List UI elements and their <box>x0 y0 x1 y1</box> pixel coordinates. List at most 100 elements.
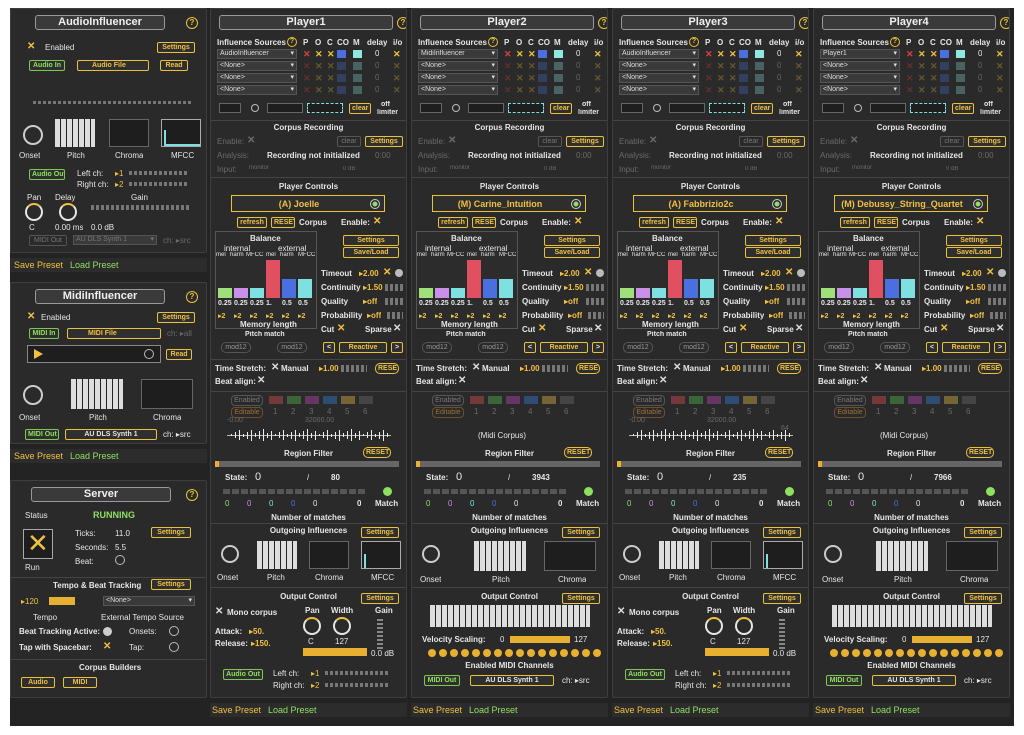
co-flag[interactable] <box>337 86 346 94</box>
balance-bar[interactable] <box>282 279 296 298</box>
source-flag[interactable]: ✕ <box>717 73 725 83</box>
sparse-toggle[interactable]: ✕ <box>996 324 1004 334</box>
balance-bar[interactable] <box>419 288 433 298</box>
load-preset-button[interactable]: Load Preset <box>469 705 518 715</box>
ext-tempo-select[interactable]: <None> <box>103 596 195 606</box>
memory-value[interactable]: ▸2 <box>700 312 707 320</box>
manual-toggle[interactable]: ✕ <box>673 363 681 373</box>
m-flag[interactable] <box>755 62 764 70</box>
load-preset-button[interactable]: Load Preset <box>70 451 119 461</box>
midi-channel-toggle[interactable] <box>995 649 1003 657</box>
mod12-button-ext[interactable]: mod12 <box>679 342 709 353</box>
region-color[interactable] <box>962 396 976 404</box>
manual-toggle[interactable]: ✕ <box>472 363 480 373</box>
help-icon[interactable]: ? <box>799 17 808 29</box>
balance-bar[interactable] <box>435 288 449 298</box>
velocity-slider[interactable] <box>510 636 570 643</box>
timeout-toggle[interactable]: ✕ <box>584 268 592 278</box>
timeout-toggle[interactable]: ✕ <box>785 268 793 278</box>
balance-bars[interactable] <box>618 260 718 298</box>
stretch-slider[interactable] <box>944 365 970 372</box>
m-flag[interactable] <box>755 86 764 94</box>
region-color[interactable] <box>707 396 721 404</box>
midi-out-button[interactable]: MIDI Out <box>424 675 460 686</box>
player-settings-button[interactable]: Settings <box>745 235 801 246</box>
help-icon[interactable]: ? <box>689 37 699 47</box>
source-flag[interactable]: ✕ <box>717 85 725 95</box>
delay-value[interactable]: 0 <box>375 49 379 58</box>
source-input-box[interactable] <box>621 103 643 113</box>
left-ch-value[interactable]: ▸1 <box>713 669 721 678</box>
refresh-button[interactable]: refresh <box>237 217 267 228</box>
source-flag[interactable]: ✕ <box>717 49 725 59</box>
mod12-button-int[interactable]: mod12 <box>422 342 452 353</box>
delay-value[interactable]: 0 <box>978 85 982 94</box>
outgoing-settings-button[interactable]: Settings <box>964 527 1002 538</box>
source-flag[interactable]: ✕ <box>906 49 914 59</box>
source-select-4[interactable]: <None> <box>619 85 699 95</box>
source-flag[interactable]: ✕ <box>705 61 713 71</box>
region-color[interactable] <box>671 396 685 404</box>
off-label[interactable]: off <box>582 101 591 108</box>
editable-button[interactable]: Editable <box>432 407 464 418</box>
midi-channel-toggle[interactable] <box>593 649 601 657</box>
co-flag[interactable] <box>739 74 748 82</box>
source-toggle[interactable] <box>653 104 661 112</box>
memory-value[interactable]: ▸2 <box>821 312 828 320</box>
attack-value[interactable]: ▸50. <box>249 627 264 636</box>
save-load-button[interactable]: Save/Load <box>343 247 399 258</box>
delay-value[interactable]: 0 <box>375 73 379 82</box>
midi-channel-toggle[interactable] <box>549 649 557 657</box>
enabled-button[interactable]: Enabled <box>633 395 665 406</box>
quality-value[interactable]: ▸off <box>564 297 578 306</box>
region-color[interactable] <box>890 396 904 404</box>
stretch-slider[interactable] <box>743 365 769 372</box>
player-settings-button[interactable]: Settings <box>544 235 600 246</box>
rec-clear-button[interactable]: clear <box>337 136 361 147</box>
corpus-select[interactable]: (A) Fabbrizio2c <box>633 195 787 212</box>
cut-toggle[interactable]: ✕ <box>739 324 747 334</box>
load-preset-button[interactable]: Load Preset <box>670 705 719 715</box>
region-color[interactable] <box>287 396 301 404</box>
source-flag[interactable]: ✕ <box>327 85 335 95</box>
stretch-value[interactable]: ▸1.00 <box>319 364 339 373</box>
off-label[interactable]: off <box>783 101 792 108</box>
mod12-button-int[interactable]: mod12 <box>623 342 653 353</box>
help-icon[interactable]: ? <box>186 489 198 501</box>
source-flag[interactable]: ✕ <box>930 49 938 59</box>
next-mode-button[interactable]: > <box>391 342 403 353</box>
help-icon[interactable]: ? <box>186 291 198 303</box>
delay-value[interactable]: 0 <box>777 85 781 94</box>
delay-value[interactable]: 0 <box>576 85 580 94</box>
beat-align-toggle[interactable]: ✕ <box>257 376 265 386</box>
release-value[interactable]: ▸150. <box>251 639 271 648</box>
midi-channel-toggle[interactable] <box>560 649 568 657</box>
source-flag[interactable]: ✕ <box>303 61 311 71</box>
midi-channel-toggle[interactable] <box>841 649 849 657</box>
midi-channel-toggle[interactable] <box>439 649 447 657</box>
mod12-button-int[interactable]: mod12 <box>221 342 251 353</box>
midi-out-button[interactable]: MIDI Out <box>25 429 59 440</box>
left-ch-value[interactable]: ▸1 <box>115 169 123 178</box>
load-preset-button[interactable]: Load Preset <box>871 705 920 715</box>
source-input-box[interactable] <box>219 103 241 113</box>
refresh-button[interactable]: refresh <box>840 217 870 228</box>
quality-value[interactable]: ▸off <box>765 297 779 306</box>
io-toggle[interactable]: ✕ <box>795 73 803 83</box>
m-flag[interactable] <box>755 74 764 82</box>
rec-clear-button[interactable]: clear <box>940 136 964 147</box>
midi-channel-toggle[interactable] <box>896 649 904 657</box>
balance-bar[interactable] <box>620 288 634 298</box>
stretch-slider[interactable] <box>341 365 367 372</box>
beat-align-toggle[interactable]: ✕ <box>659 376 667 386</box>
reactive-mode[interactable]: Reactive <box>339 342 387 353</box>
continuity-slider[interactable] <box>586 284 604 291</box>
region-color[interactable] <box>908 396 922 404</box>
reactive-mode[interactable]: Reactive <box>540 342 588 353</box>
co-flag[interactable] <box>940 62 949 70</box>
balance-bars[interactable] <box>417 260 517 298</box>
next-mode-button[interactable]: > <box>592 342 604 353</box>
enabled-button[interactable]: Enabled <box>834 395 866 406</box>
midi-channel-toggle[interactable] <box>885 649 893 657</box>
rec-settings-button[interactable]: Settings <box>968 136 1006 147</box>
